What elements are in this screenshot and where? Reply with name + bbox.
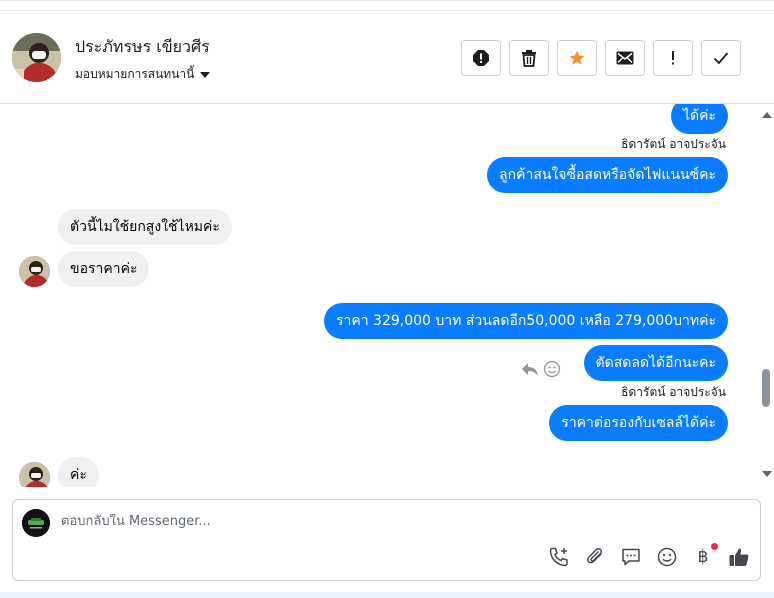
call-button[interactable]: [548, 546, 570, 568]
mark-unread-button[interactable]: [605, 40, 645, 76]
follow-up-button[interactable]: [653, 40, 693, 76]
reply-icon[interactable]: [521, 361, 539, 377]
bottom-strip: [0, 592, 774, 598]
message-bubble-outgoing[interactable]: ลูกค้าสนใจซื้อสดหรือจัดไฟแนนซ์คะ: [487, 157, 728, 193]
caret-down-icon: [200, 71, 211, 78]
phone-plus-icon: [549, 547, 568, 567]
scroll-down-arrow-icon[interactable]: [762, 471, 772, 477]
chat-bubble-icon: [622, 548, 640, 566]
mark-done-button[interactable]: [701, 40, 741, 76]
exclamation-icon: [672, 51, 674, 65]
message-bubble-outgoing[interactable]: ได้ค่ะ: [670, 104, 728, 134]
thumbs-up-icon: [729, 548, 749, 566]
contact-avatar-small: [19, 462, 50, 487]
star-icon: [569, 50, 585, 65]
reply-input[interactable]: [61, 514, 661, 529]
message-scrollbar[interactable]: [758, 104, 774, 487]
scroll-up-arrow-icon[interactable]: [762, 112, 772, 118]
trash-icon: [522, 50, 536, 67]
envelope-icon: [616, 51, 634, 65]
message-list[interactable]: ได้ค่ะ ธิดารัตน์ อาจประจัน ลูกค้าสนใจซื้…: [0, 104, 758, 487]
smiley-icon: [657, 547, 677, 567]
message-bubble-outgoing[interactable]: ราคา 329,000 บาท ส่วนลดอีก50,000 เหลือ 2…: [323, 303, 728, 339]
scrollbar-thumb[interactable]: [762, 369, 770, 407]
baht-icon: ฿: [697, 547, 709, 567]
star-button[interactable]: [557, 40, 597, 76]
message-bubble-incoming[interactable]: ขอราคาค่ะ: [58, 251, 150, 287]
saved-replies-button[interactable]: [620, 546, 642, 568]
check-icon: [713, 52, 729, 65]
message-bubble-incoming[interactable]: ตัวนี้ไมใช้ยกสูงใช้ไหมค่ะ: [58, 209, 232, 245]
assign-conversation-dropdown[interactable]: มอบหมายการสนทนานี้: [75, 65, 211, 84]
reply-composer: ฿: [12, 499, 761, 581]
contact-avatar-small: [19, 256, 50, 287]
contact-avatar[interactable]: [12, 33, 61, 82]
notification-dot: [711, 543, 718, 550]
message-bubble-incoming[interactable]: ค่ะ: [58, 457, 99, 487]
conversation-header: ประภัทรษร เขียวศีร มอบหมายการสนทนานี้: [0, 10, 774, 104]
sender-name: ธิดารัตน์ อาจประจัน: [621, 137, 726, 151]
page-avatar: [22, 509, 50, 537]
contact-name: ประภัทรษร เขียวศีร: [75, 37, 210, 56]
emoji-reaction-icon[interactable]: [543, 360, 561, 378]
header-actions: [461, 40, 741, 76]
composer-toolbar: ฿: [548, 543, 750, 568]
delete-button[interactable]: [509, 40, 549, 76]
alert-circle-icon: [473, 50, 489, 66]
attach-button[interactable]: [584, 546, 606, 568]
sender-name: ธิดารัตน์ อาจประจัน: [621, 385, 726, 399]
paperclip-icon: [587, 548, 602, 564]
message-bubble-outgoing[interactable]: ราคาต่อรองกับเซลล์ได้ค่ะ: [549, 405, 728, 441]
emoji-button[interactable]: [656, 546, 678, 568]
assign-label: มอบหมายการสนทนานี้: [75, 67, 195, 81]
message-hover-actions: [521, 360, 561, 378]
message-bubble-outgoing[interactable]: ตัดสดลดได้อีกนะคะ: [583, 345, 728, 381]
like-button[interactable]: [728, 546, 750, 568]
payment-button[interactable]: ฿: [692, 543, 718, 568]
conversation-panel: ประภัทรษร เขียวศีร มอบหมายการสนทนานี้ ได…: [0, 0, 774, 598]
spam-button[interactable]: [461, 40, 501, 76]
